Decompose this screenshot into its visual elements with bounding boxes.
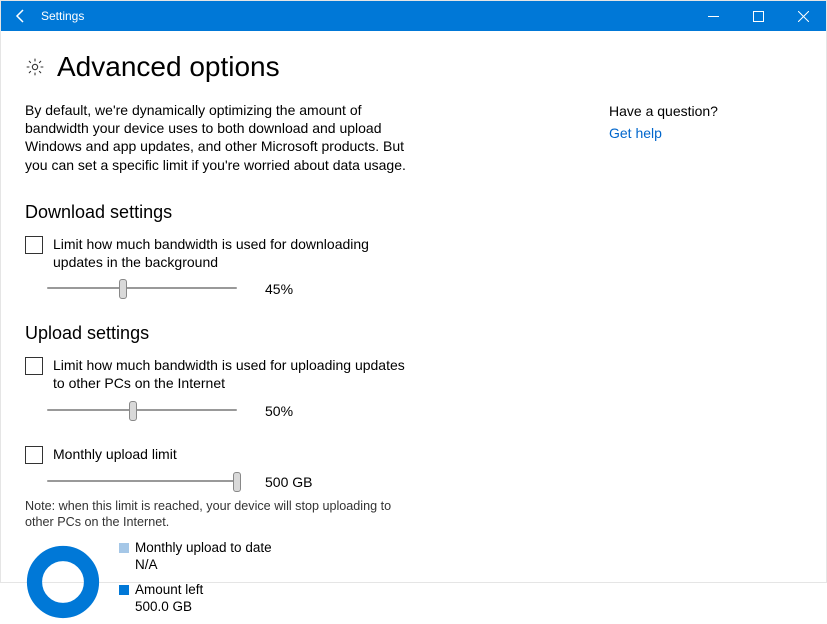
legend-item-left: Amount left 500.0 GB [119, 582, 272, 616]
window-minimize-button[interactable] [691, 1, 736, 31]
legend-left-label: Amount left [135, 582, 203, 599]
upload-limit-label: Limit how much bandwidth is used for upl… [53, 356, 420, 392]
download-slider[interactable] [47, 279, 237, 299]
download-slider-value: 45% [265, 281, 320, 297]
monthly-slider-value: 500 GB [265, 474, 320, 490]
usage-legend: Monthly upload to date N/A Amount left 5… [119, 540, 272, 624]
upload-slider-thumb[interactable] [129, 401, 137, 421]
close-icon [798, 11, 809, 22]
upload-slider-value: 50% [265, 403, 320, 419]
usage-donut-chart [25, 544, 101, 620]
aside-question: Have a question? [609, 103, 779, 119]
legend-used-label: Monthly upload to date [135, 540, 272, 557]
download-section-title: Download settings [25, 202, 585, 223]
maximize-icon [753, 11, 764, 22]
page-title: Advanced options [57, 51, 280, 83]
arrow-left-icon [13, 8, 29, 24]
page-body: Advanced options By default, we're dynam… [1, 31, 826, 624]
download-limit-label: Limit how much bandwidth is used for dow… [53, 235, 420, 271]
download-slider-thumb[interactable] [119, 279, 127, 299]
titlebar: Settings [1, 1, 826, 31]
page-heading: Advanced options [25, 51, 585, 83]
intro-text: By default, we're dynamically optimizing… [25, 101, 420, 174]
upload-limit-row: Limit how much bandwidth is used for upl… [25, 356, 420, 392]
upload-limit-checkbox[interactable] [25, 357, 43, 375]
window-controls [691, 1, 826, 31]
download-limit-row: Limit how much bandwidth is used for dow… [25, 235, 420, 271]
legend-swatch-used [119, 543, 129, 553]
legend-used-value: N/A [135, 557, 272, 574]
monthly-slider[interactable] [47, 472, 237, 492]
window-maximize-button[interactable] [736, 1, 781, 31]
upload-slider-row: 50% [47, 401, 585, 421]
main-column: Advanced options By default, we're dynam… [25, 51, 585, 624]
upload-slider[interactable] [47, 401, 237, 421]
usage-row: Monthly upload to date N/A Amount left 5… [25, 540, 585, 624]
monthly-limit-label: Monthly upload limit [53, 445, 177, 463]
download-slider-row: 45% [47, 279, 585, 299]
gear-icon [25, 57, 45, 77]
monthly-limit-checkbox[interactable] [25, 446, 43, 464]
window-close-button[interactable] [781, 1, 826, 31]
legend-item-used: Monthly upload to date N/A [119, 540, 272, 574]
aside-column: Have a question? Get help [609, 51, 779, 624]
minimize-icon [708, 11, 719, 22]
get-help-link[interactable]: Get help [609, 125, 779, 141]
window-title: Settings [41, 9, 84, 23]
download-limit-checkbox[interactable] [25, 236, 43, 254]
monthly-limit-row: Monthly upload limit [25, 445, 420, 464]
back-button[interactable] [1, 1, 41, 31]
monthly-limit-note: Note: when this limit is reached, your d… [25, 498, 420, 531]
upload-section-title: Upload settings [25, 323, 585, 344]
monthly-slider-row: 500 GB [47, 472, 585, 492]
monthly-slider-thumb[interactable] [233, 472, 241, 492]
legend-left-value: 500.0 GB [135, 599, 203, 616]
legend-swatch-left [119, 585, 129, 595]
